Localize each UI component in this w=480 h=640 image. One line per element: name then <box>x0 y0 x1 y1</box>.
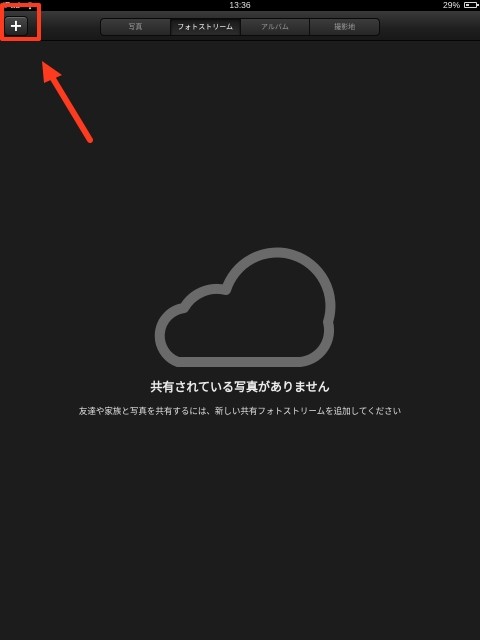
clock: 13:36 <box>229 0 251 10</box>
tab-albums[interactable]: アルバム <box>241 19 311 35</box>
tab-places[interactable]: 撮影地 <box>310 19 379 35</box>
empty-state-title: 共有されている写真がありません <box>150 380 330 394</box>
view-segmented-control: 写真 フォトストリーム アルバム 撮影地 <box>100 18 380 36</box>
cloud-icon <box>154 247 336 367</box>
empty-state-subtitle: 友達や家族と写真を共有するには、新しい共有フォトストリームを追加してください <box>78 407 402 417</box>
nav-bar: + 写真 フォトストリーム アルバム 撮影地 <box>0 11 480 41</box>
annotation-arrow-icon <box>42 61 93 143</box>
battery-icon <box>464 2 479 8</box>
tab-photostream[interactable]: フォトストリーム <box>170 19 241 35</box>
annotation-highlight-box <box>0 3 41 41</box>
battery-percent: 29% <box>442 0 460 10</box>
tab-photos[interactable]: 写真 <box>101 19 171 35</box>
status-bar: iPad 13:36 29% <box>0 0 480 11</box>
